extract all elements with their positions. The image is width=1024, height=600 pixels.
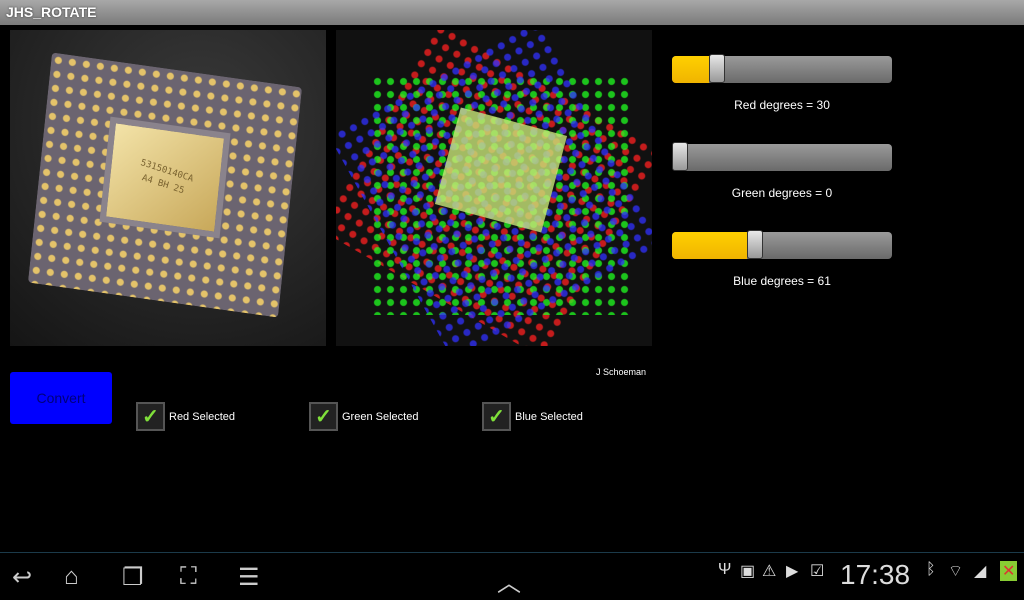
app-title: JHS_ROTATE [6,4,97,20]
blue-checkbox-label: Blue Selected [515,410,583,423]
green-degrees-label: Green degrees = 0 [731,186,833,200]
wifi-icon: ⌔ [948,563,964,580]
green-checkbox[interactable]: ✓ Green Selected [309,402,418,431]
blue-slider[interactable] [672,230,892,259]
task-icon: ☑ [810,563,825,580]
red-checkbox[interactable]: ✓ Red Selected [136,402,235,431]
check-icon: ✓ [482,402,511,431]
check-icon: ✓ [136,402,165,431]
slider-fill [672,232,747,259]
screenshot-icon[interactable]: ⛶ [180,563,197,591]
red-slider[interactable] [672,54,892,83]
green-checkbox-label: Green Selected [342,410,419,423]
blue-degrees-label: Blue degrees = 61 [733,274,831,288]
check-icon: ✓ [309,402,338,431]
rotated-image [336,30,652,346]
slider-thumb[interactable] [708,54,725,83]
slider-thumb[interactable] [672,142,688,171]
image-credit: J Schoeman [596,367,647,377]
green-slider[interactable] [672,142,892,171]
play-store-icon: ▶ [786,563,799,580]
menu-icon[interactable]: ☰ [238,563,260,592]
bluetooth-icon: ᛒ [926,561,936,578]
red-degrees-label: Red degrees = 30 [734,98,830,112]
slider-thumb[interactable] [746,230,763,259]
battery-icon: ✕ [1000,561,1018,581]
recent-apps-icon[interactable]: ❐ [122,563,144,592]
title-bar: JHS_ROTATE [0,0,1024,25]
back-icon[interactable]: ↩ [12,563,32,592]
original-image: 53150140CA A4 BH 25 [10,30,326,346]
system-nav-bar: ↩ ⌂ ❐ ⛶ ☰ ︿ Ψ ▣ ⚠ ▶ ☑ 17:38 ᛒ ⌔ ◢ ✕ [0,552,1024,600]
slider-fill [672,56,709,83]
blue-checkbox[interactable]: ✓ Blue Selected [482,402,583,431]
warning-icon: ⚠ [762,563,777,580]
home-icon[interactable]: ⌂ [64,563,79,591]
chip-marking-text: 53150140CA A4 BH 25 [139,157,195,196]
chevron-up-icon[interactable]: ︿ [497,563,521,598]
chip-die: 53150140CA A4 BH 25 [99,116,231,239]
red-checkbox-label: Red Selected [169,410,236,423]
usb-icon: Ψ [718,561,732,578]
sd-card-icon: ▣ [740,563,756,580]
convert-button[interactable]: Convert [10,372,112,424]
clock: 17:38 [840,559,911,590]
signal-icon: ◢ [974,563,987,580]
